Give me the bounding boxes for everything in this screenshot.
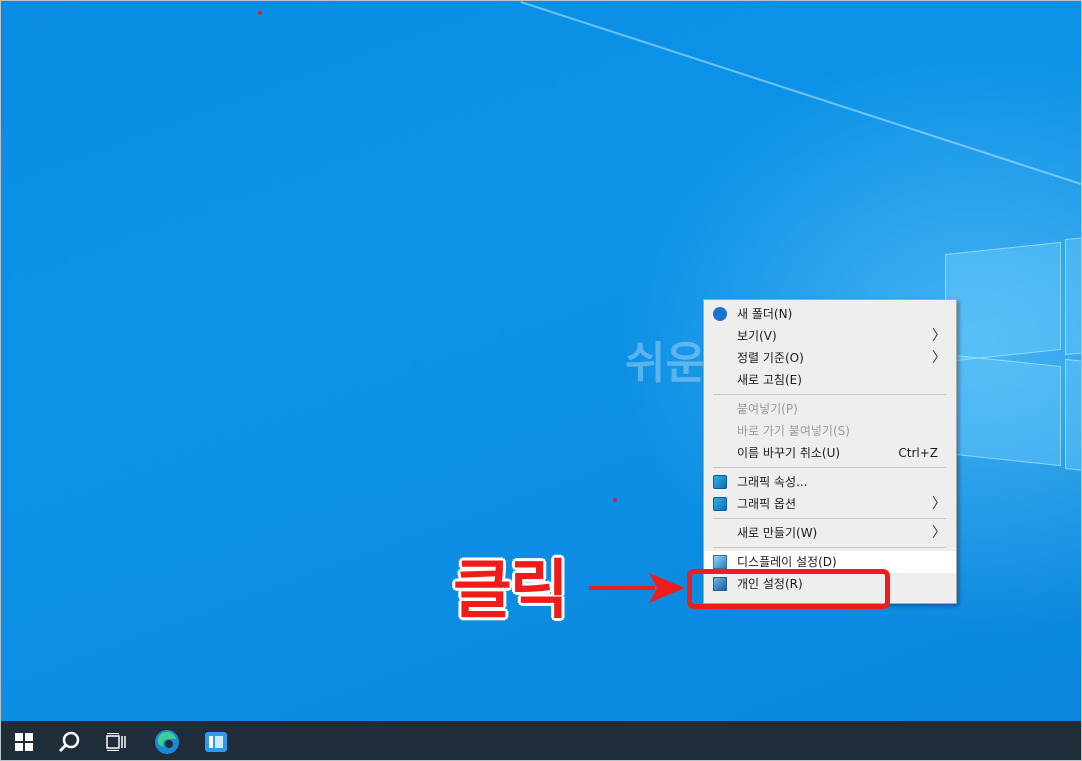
menu-item-new[interactable]: 새로 만들기(W) 〉 (704, 522, 956, 544)
watermark-text: 쉬운 (625, 338, 706, 389)
start-button[interactable] (1, 721, 47, 760)
menu-item-label: 새로 만들기(W) (737, 526, 818, 540)
chevron-right-icon: 〉 (932, 350, 946, 366)
menu-separator (713, 518, 946, 519)
menu-separator (713, 394, 946, 395)
highlight-box (687, 569, 890, 609)
task-view-icon (106, 732, 126, 751)
red-dot (613, 498, 617, 502)
edge-icon (155, 729, 179, 754)
red-arrow-icon (589, 573, 685, 603)
menu-item-label: 디스플레이 설정(D) (737, 555, 837, 569)
search-button[interactable] (46, 721, 92, 760)
app-button[interactable] (193, 721, 239, 760)
display-settings-icon (713, 555, 727, 569)
chevron-right-icon: 〉 (932, 328, 946, 344)
menu-item-sort-by[interactable]: 정렬 기준(O) 〉 (704, 347, 956, 369)
menu-item-paste-shortcut: 바로 가기 붙여넣기(S) (704, 420, 956, 442)
menu-separator (713, 467, 946, 468)
menu-item-view[interactable]: 보기(V) 〉 (704, 325, 956, 347)
menu-item-label: 정렬 기준(O) (737, 351, 804, 365)
new-folder-icon (713, 307, 727, 321)
task-view-button[interactable] (93, 721, 139, 760)
menu-item-label: 새 폴더(N) (737, 307, 793, 321)
wallpaper-windows-logo (945, 226, 1081, 476)
edge-button[interactable] (144, 721, 190, 760)
menu-item-graphics-options[interactable]: 그래픽 옵션 〉 (704, 493, 956, 515)
chevron-right-icon: 〉 (932, 496, 946, 512)
wallpaper-light-beam (520, 1, 1081, 189)
red-dot (258, 11, 262, 15)
desktop-context-menu: 새 폴더(N) 보기(V) 〉 정렬 기준(O) 〉 새로 고침(E) 붙여넣기… (703, 299, 957, 604)
graphics-icon (713, 497, 727, 511)
menu-item-paste: 붙여넣기(P) (704, 398, 956, 420)
menu-item-label: 바로 가기 붙여넣기(S) (737, 424, 850, 438)
shortcut-label: Ctrl+Z (898, 446, 938, 460)
search-icon (58, 731, 80, 752)
menu-item-label: 이름 바꾸기 취소(U) (737, 446, 841, 460)
menu-separator (713, 547, 946, 548)
graphics-icon (713, 475, 727, 489)
menu-item-graphics-properties[interactable]: 그래픽 속성... (704, 471, 956, 493)
taskbar (1, 721, 1081, 760)
app-icon (205, 731, 227, 752)
chevron-right-icon: 〉 (932, 525, 946, 541)
menu-item-label: 붙여넣기(P) (737, 402, 798, 416)
menu-item-label: 그래픽 속성... (737, 475, 808, 489)
menu-item-new-folder[interactable]: 새 폴더(N) (704, 303, 956, 325)
menu-item-label: 보기(V) (737, 329, 777, 343)
screenshot-frame: 쉬운 새 폴더(N) 보기(V) 〉 정렬 기준(O) 〉 새로 고침(E) 붙… (0, 0, 1082, 761)
menu-item-label: 새로 고침(E) (737, 373, 802, 387)
menu-item-label: 그래픽 옵션 (737, 497, 797, 511)
windows-logo-icon (15, 732, 33, 751)
annotation-label: 클릭 (453, 554, 569, 628)
menu-item-undo-rename[interactable]: 이름 바꾸기 취소(U) Ctrl+Z (704, 442, 956, 464)
menu-item-refresh[interactable]: 새로 고침(E) (704, 369, 956, 391)
